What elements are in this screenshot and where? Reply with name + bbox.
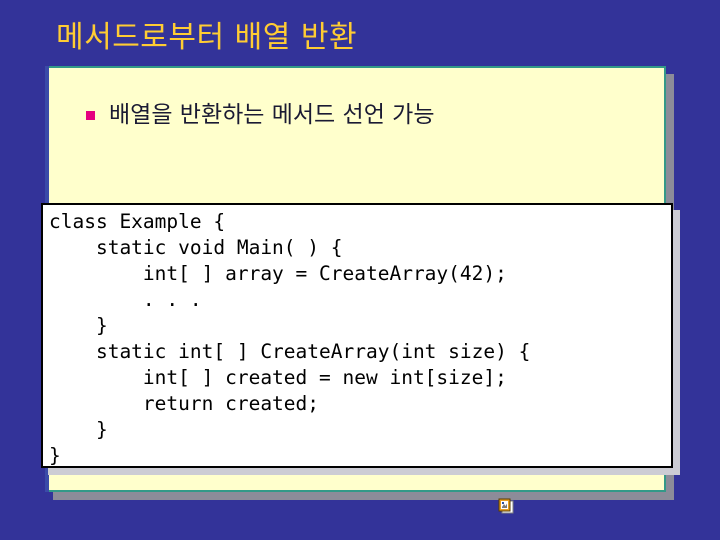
- page-title: 메서드로부터 배열 반환: [56, 20, 358, 55]
- list-item: 배열을 반환하는 메서드 선언 가능: [86, 100, 434, 130]
- slide: 메서드로부터 배열 반환 배열을 반환하는 메서드 선언 가능 class Ex…: [0, 0, 720, 540]
- embedded-object-icon[interactable]: [498, 498, 514, 514]
- list-item-label: 배열을 반환하는 메서드 선언 가능: [109, 102, 435, 128]
- code-listing: class Example { static void Main( ) { in…: [49, 210, 531, 467]
- code-box: class Example { static void Main( ) { in…: [41, 203, 673, 468]
- square-bullet-icon: [86, 110, 95, 120]
